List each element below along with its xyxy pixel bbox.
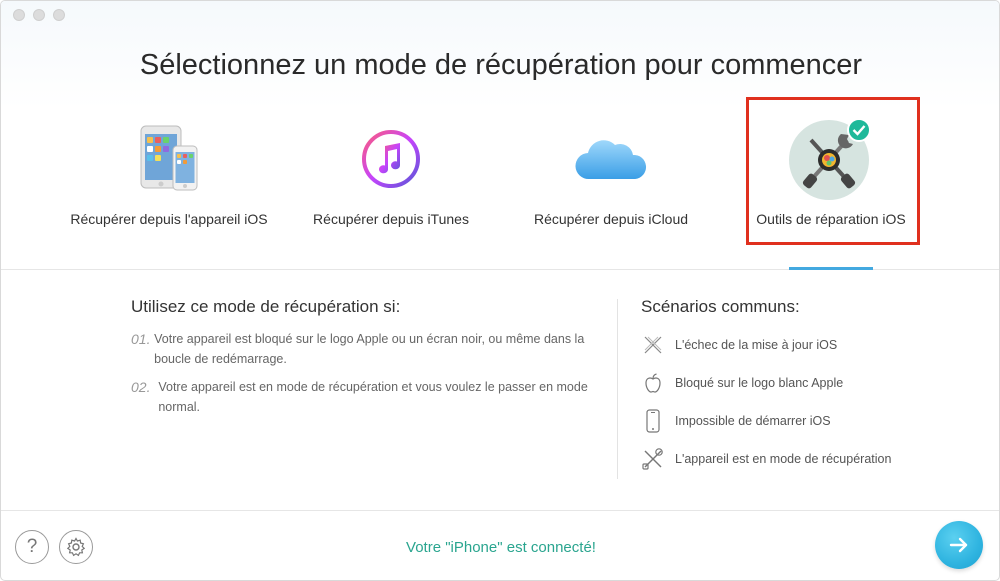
- scenario-item: L'appareil est en mode de récupération: [641, 447, 971, 471]
- scenario-text: Bloqué sur le logo blanc Apple: [675, 376, 844, 390]
- window-controls: [13, 9, 65, 21]
- mode-ios-device[interactable]: Récupérer depuis l'appareil iOS: [69, 119, 269, 230]
- mode-icloud[interactable]: Récupérer depuis iCloud: [511, 119, 711, 230]
- scenario-item: Bloqué sur le logo blanc Apple: [641, 371, 971, 395]
- selected-mode-highlight: [746, 97, 920, 245]
- scenarios-title: Scénarios communs:: [641, 297, 800, 316]
- icloud-icon: [511, 119, 711, 199]
- mode-icloud-label: Récupérer depuis iCloud: [533, 211, 689, 227]
- scenario-text: Impossible de démarrer iOS: [675, 414, 831, 428]
- usage-title: Utilisez ce mode de récupération si:: [131, 297, 401, 316]
- apple-logo-icon: [641, 371, 665, 395]
- usage-item-number: 02.: [131, 379, 151, 395]
- usage-item: 01. Votre appareil est bloqué sur le log…: [131, 329, 591, 369]
- next-button[interactable]: [935, 521, 983, 569]
- scenario-text: L'appareil est en mode de récupération: [675, 452, 892, 466]
- zoom-window-button[interactable]: [53, 9, 65, 21]
- usage-item-text: Votre appareil est bloqué sur le logo Ap…: [154, 332, 585, 366]
- scenario-text: L'échec de la mise à jour iOS: [675, 338, 838, 352]
- usage-item: 02. Votre appareil est en mode de récupé…: [131, 377, 591, 417]
- footer-divider: [1, 510, 999, 511]
- minimize-window-button[interactable]: [33, 9, 45, 21]
- mode-itunes[interactable]: Récupérer depuis iTunes: [291, 119, 491, 230]
- app-window: Sélectionnez un mode de récupération pou…: [0, 0, 1000, 581]
- usage-item-text: Votre appareil est en mode de récupérati…: [158, 380, 588, 414]
- update-failed-icon: [641, 333, 665, 357]
- close-window-button[interactable]: [13, 9, 25, 21]
- ios-device-icon: [69, 119, 269, 199]
- connection-status: Votre "iPhone" est connecté!: [406, 539, 596, 556]
- mode-itunes-label: Récupérer depuis iTunes: [313, 211, 469, 227]
- scenario-item: Impossible de démarrer iOS: [641, 409, 971, 433]
- tools-icon: [641, 447, 665, 471]
- scenario-item: L'échec de la mise à jour iOS: [641, 333, 971, 357]
- usage-item-number: 01.: [131, 331, 151, 347]
- mode-ios-device-label: Récupérer depuis l'appareil iOS: [70, 211, 268, 227]
- vertical-divider: [617, 299, 618, 479]
- itunes-icon: [291, 119, 491, 199]
- arrow-right-icon: [949, 537, 968, 553]
- page-title: Sélectionnez un mode de récupération pou…: [139, 49, 863, 81]
- selected-mode-indicator: [789, 267, 873, 270]
- phone-icon: [641, 409, 665, 433]
